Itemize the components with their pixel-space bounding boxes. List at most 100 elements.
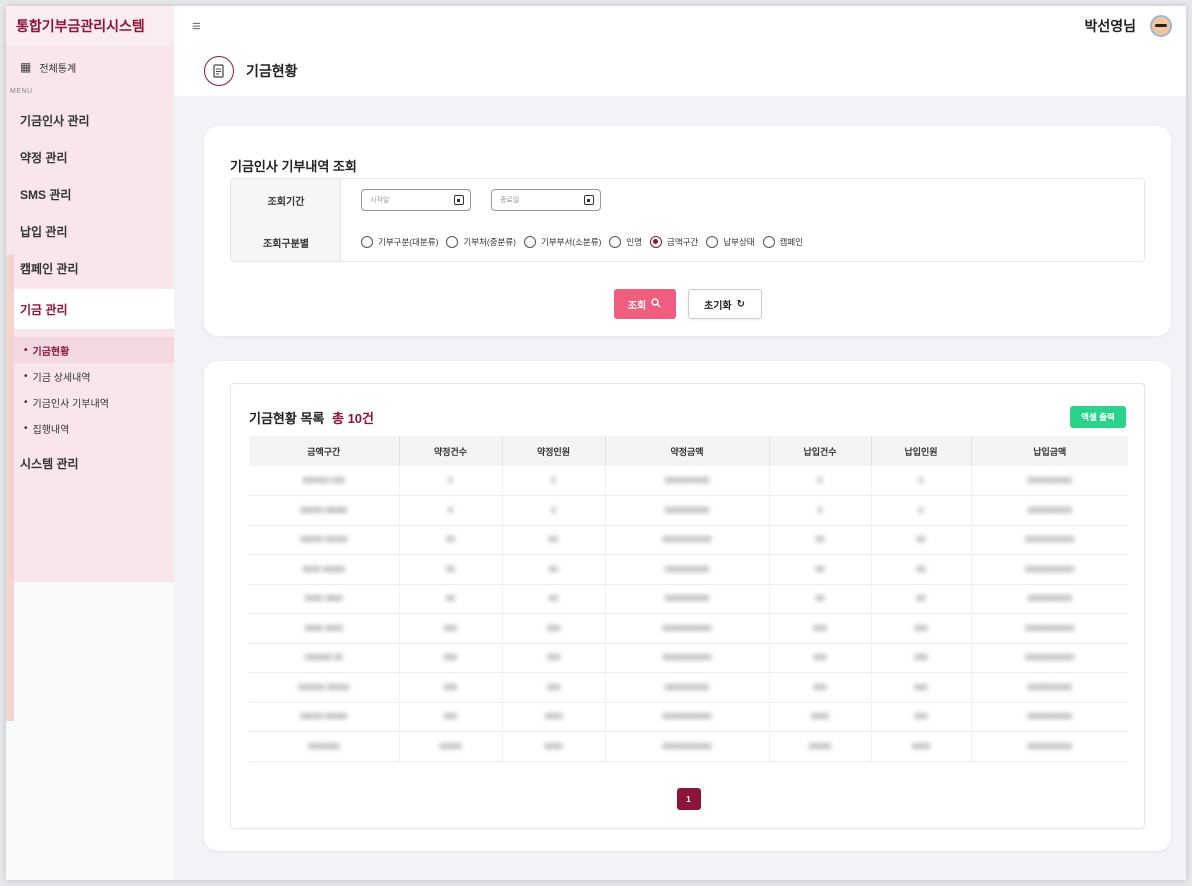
radio-payment-status[interactable]: 납부상태 [706, 236, 755, 248]
column-header[interactable]: 금액구간 [249, 436, 400, 466]
search-button[interactable]: 조회 [613, 289, 676, 319]
table-cell: 00000 [769, 731, 872, 762]
page-button-current[interactable]: 1 [676, 788, 701, 810]
sidebar-item-summary[interactable]: ▦ 전체통계 [6, 46, 174, 88]
table-row[interactable]: 00000 0000000000000000000000000000000000… [249, 525, 1128, 555]
fund-submenu: • 기금현황 • 기금 상세내역 • 기금인사 기부내역 • 집행내역 [6, 331, 174, 445]
menu-caption: MENU [10, 88, 33, 95]
table-row[interactable]: 00000 00000 0 0 0000000000 0 0 0000000000 [249, 495, 1128, 526]
radio-circle[interactable] [609, 236, 622, 248]
app-window: 통합기부금관리시스템 ≡ 박선영님 ▦ 전체통계 MENU 기금인사 관리 약정… [6, 6, 1186, 880]
sidebar-item-fund[interactable]: 기금 관리 [6, 289, 174, 329]
search-icon [651, 297, 661, 311]
radio-person[interactable]: 인명 [609, 236, 642, 248]
cell-value: 0000 [544, 712, 563, 722]
table-cell: 000 [871, 613, 972, 644]
sidebar-item-sms[interactable]: SMS 관리 [6, 176, 174, 213]
end-date-input[interactable]: 종료일 [491, 189, 601, 211]
table-row[interactable]: 0000000 00000 0000 00000000000 00000 0000 0000… [249, 731, 1128, 762]
column-header[interactable]: 납입건수 [769, 436, 872, 466]
cell-value: 000000 000 [302, 476, 345, 485]
reset-button[interactable]: 초기화 ↻ [687, 289, 762, 319]
cell-value: 00000 [808, 741, 832, 751]
table-cell: 0000000000 [971, 495, 1128, 526]
table-cell: 0000000000 [971, 672, 1128, 703]
excel-export-button[interactable]: 엑셀 출력 [1070, 406, 1126, 428]
table-cell: 00000 00000 [249, 702, 400, 732]
table-row[interactable]: 00000 0000000000000000000000000000000000… [249, 702, 1128, 732]
cell-value: 0 [817, 505, 823, 515]
radio-campaign[interactable]: 캠페인 [762, 236, 803, 248]
radio-circle[interactable] [762, 236, 775, 248]
column-header[interactable]: 납입금액 [971, 436, 1128, 466]
radio-label: 기부부서(소분류) [541, 237, 602, 247]
submenu-item-fund-detail[interactable]: • 기금 상세내역 [6, 363, 174, 389]
cell-value: 00 [446, 594, 455, 604]
cell-value: 0000 0000 [304, 623, 343, 633]
sidebar-item-pledge[interactable]: 약정 관리 [6, 139, 174, 176]
submenu-item-fund-status[interactable]: • 기금현황 [6, 337, 174, 363]
table-cell: 000000 00000 [249, 672, 400, 703]
sidebar-item-campaign[interactable]: 캠페인 관리 [6, 250, 174, 287]
list-title-text: 기금현황 목록 [249, 411, 325, 426]
avatar[interactable] [1150, 15, 1172, 37]
submenu-item-label: 집행내역 [32, 424, 70, 436]
cell-value: 00 [815, 564, 825, 574]
cell-value: 0000000000 [1027, 505, 1073, 515]
table-row[interactable]: 000000 000000000000000000000000000000000… [249, 672, 1128, 703]
radio-minor-category[interactable]: 기부부서(소분류) [524, 236, 601, 248]
cell-value: 00 [916, 535, 926, 545]
user-name[interactable]: 박선영님 [1084, 16, 1136, 36]
table-cell: 00 [399, 525, 503, 555]
table-cell: 0 [769, 466, 872, 496]
column-header[interactable]: 약정건수 [399, 436, 503, 466]
page-title: 기금현황 [246, 63, 298, 79]
table-cell: 000000 00 [249, 643, 400, 673]
cell-value: 0000000000 [664, 682, 710, 692]
radio-circle[interactable] [524, 236, 536, 248]
table-row[interactable]: 000000 000000000000000000000000000000000… [249, 643, 1128, 673]
table-cell: 00000000000 [971, 643, 1128, 673]
menu-toggle-icon[interactable]: ≡ [192, 18, 201, 35]
table-row[interactable]: 0000 0000 000 000 00000000000 000 000 00000000… [249, 613, 1128, 644]
sidebar-item-system[interactable]: 시스템 관리 [6, 445, 174, 482]
submenu-item-execution[interactable]: • 집행내역 [6, 415, 174, 441]
cell-value: 0000000000 [1027, 741, 1073, 751]
table-row[interactable]: 0000 00000 00 00 0000000000 00 00 00000000000 [249, 554, 1128, 585]
radio-circle[interactable] [361, 236, 373, 248]
list-card: 기금현황 목록 총 10건 엑셀 출력 금액구간 약정건수 약정인원 약정금액 … [204, 361, 1171, 851]
search-button-label: 조회 [627, 300, 647, 312]
type-radio-group: 기부구분(대분류) 기부처(중분류) 기부부서(소분류) 인명 금액구간 납부상… [361, 236, 811, 248]
radio-amount-range[interactable]: 금액구간 [650, 236, 698, 248]
start-date-input[interactable]: 시작일 [361, 189, 471, 211]
sidebar-item-payment[interactable]: 납입 관리 [6, 213, 174, 250]
radio-circle[interactable] [706, 236, 719, 248]
sidebar-item-donor[interactable]: 기금인사 관리 [6, 102, 174, 139]
radio-circle-selected[interactable] [650, 236, 663, 248]
cell-value: 000 [813, 653, 827, 663]
table-row[interactable]: 000000 000 0 0 0000000000 0 0 0000000000 [249, 466, 1128, 496]
calendar-icon[interactable] [454, 195, 464, 205]
filter-row-period: 조회기간 시작일 종료일 [231, 179, 1144, 221]
app-title[interactable]: 통합기부금관리시스템 [6, 6, 174, 46]
column-header[interactable]: 약정금액 [605, 436, 770, 466]
calendar-icon[interactable] [584, 195, 594, 205]
bullet-icon: • [24, 370, 28, 382]
bullet-icon: • [24, 422, 28, 434]
table-cell: 0000 0000 [249, 613, 400, 644]
table-cell: 00 [399, 554, 503, 585]
submenu-item-label: 기금 상세내역 [32, 372, 91, 384]
radio-mid-category[interactable]: 기부처(중분류) [446, 236, 516, 248]
submenu-item-donor-history[interactable]: • 기금인사 기부내역 [6, 389, 174, 415]
table-cell: 00000000000 [605, 613, 770, 644]
radio-major-category[interactable]: 기부구분(대분류) [361, 236, 438, 248]
cell-value: 0000 [544, 741, 563, 751]
table-cell: 0000000000 [605, 554, 770, 585]
table-cell: 0000000000 [605, 466, 770, 496]
column-header[interactable]: 약정인원 [502, 436, 606, 466]
table-row[interactable]: 0000 0000 00 00 0000000000 00 00 0000000000 [249, 584, 1128, 614]
bullet-icon: • [24, 396, 28, 408]
table-cell: 00 [871, 525, 972, 555]
radio-circle[interactable] [446, 236, 459, 248]
column-header[interactable]: 납입인원 [871, 436, 972, 466]
